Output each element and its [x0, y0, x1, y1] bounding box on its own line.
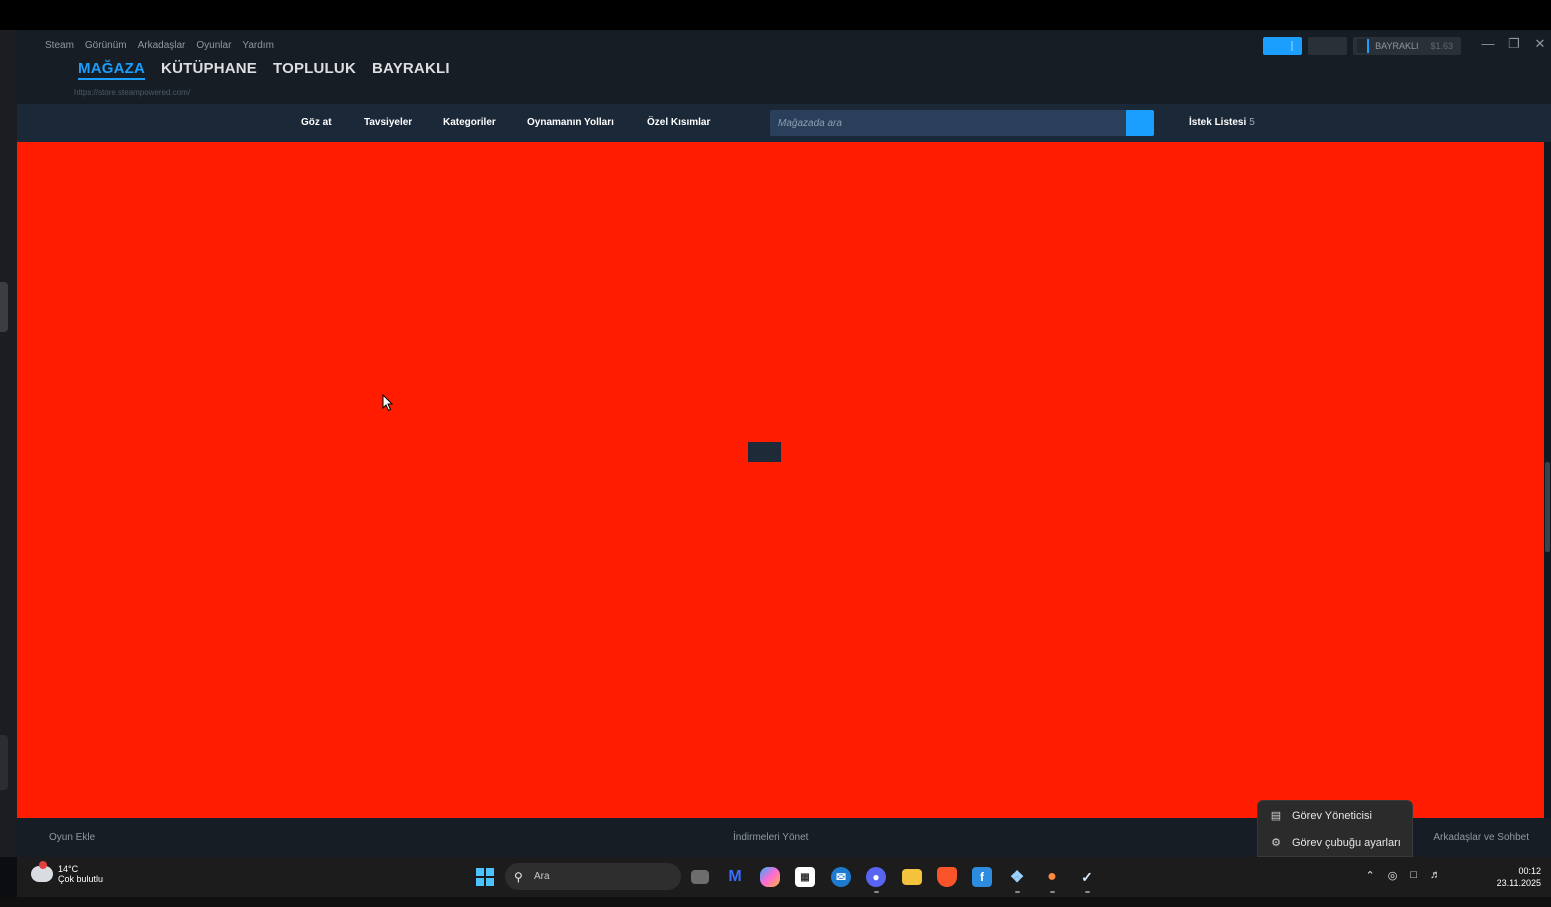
task-manager-icon: ▤ [1270, 810, 1282, 822]
tab-store[interactable]: MAĞAZA [78, 60, 146, 80]
minimize-icon[interactable]: — [1481, 36, 1495, 52]
microphone-icon[interactable]: ◎ [1388, 869, 1398, 882]
close-icon[interactable]: ✕ [1533, 36, 1547, 52]
nav-categories[interactable]: Kategoriler [443, 117, 496, 128]
avatar [1357, 39, 1370, 53]
taskbar-search[interactable]: ⚲ Ara [505, 863, 681, 890]
mail-icon[interactable]: ✉ [831, 867, 851, 887]
brave-icon[interactable] [937, 867, 957, 887]
wishlist-count: 5 [1249, 117, 1255, 128]
wishlist-link[interactable]: İstek Listesi 5 [1189, 117, 1255, 128]
weather-widget[interactable]: 14°C Çok bulutlu [31, 861, 103, 884]
weather-text: 14°C Çok bulutlu [58, 864, 103, 884]
menu-help[interactable]: Yardım [242, 40, 274, 51]
titlebar-right-controls: BAYRAKLI $1.63 [1263, 37, 1461, 55]
menu-steam[interactable]: Steam [45, 40, 74, 51]
tab-library[interactable]: KÜTÜPHANE [161, 60, 257, 80]
windows-logo-icon [486, 878, 494, 886]
task-view-icon[interactable] [691, 870, 709, 884]
nav-special-sections[interactable]: Özel Kısımlar [647, 117, 710, 128]
manage-downloads-button[interactable]: İndirmeleri Yönet [733, 832, 808, 843]
copilot-icon[interactable] [760, 867, 780, 887]
announce-button[interactable] [1263, 37, 1303, 55]
left-background-strip [0, 30, 17, 857]
clock-date: 23.11.2025 [1496, 878, 1541, 888]
cloud-icon [31, 861, 53, 882]
store-search-input[interactable]: Mağazada ara [770, 110, 1154, 136]
scrollbar-thumb[interactable] [1545, 462, 1550, 552]
nav-ways-to-play[interactable]: Oynamanın Yolları [527, 117, 614, 128]
store-nav-bar: Göz at Tavsiyeler Kategoriler Oynamanın … [17, 104, 1551, 142]
search-icon: ⚲ [514, 870, 523, 884]
volume-icon[interactable]: ♬ [1430, 869, 1441, 882]
notifications-button[interactable] [1308, 37, 1348, 55]
context-item-taskbar-settings[interactable]: ⚙ Görev çubuğu ayarları [1258, 830, 1412, 856]
account-menu[interactable]: BAYRAKLI $1.63 [1353, 37, 1461, 55]
app-running-indicator [1015, 891, 1020, 893]
wallet-balance: $1.63 [1430, 41, 1453, 51]
nav-recommendations[interactable]: Tavsiyeler [364, 117, 412, 128]
clock-time: 00:12 [1518, 866, 1541, 876]
add-game-button[interactable]: Oyun Ekle [49, 832, 95, 843]
windows-logo-icon [476, 878, 484, 886]
app-running-indicator [874, 891, 879, 893]
top-black-band [0, 0, 1551, 30]
chevron-up-icon[interactable]: ⌃ [1366, 869, 1375, 882]
account-name: BAYRAKLI [1375, 41, 1419, 51]
menu-friends[interactable]: Arkadaşlar [138, 40, 186, 51]
system-tray: ⌃ ◎ □ ♬ [1366, 869, 1441, 882]
start-button[interactable] [476, 868, 494, 886]
search-button[interactable] [1126, 110, 1154, 136]
steam-main-tabs: MAĞAZA KÜTÜPHANE TOPLULUK BAYRAKLI [78, 60, 450, 80]
weather-temp: 14°C [58, 864, 79, 874]
taskbar-clock[interactable]: 00:12 23.11.2025 [1497, 865, 1541, 889]
friends-chat-button[interactable]: Arkadaşlar ve Sohbet [1433, 832, 1529, 843]
menu-view[interactable]: Görünüm [85, 40, 127, 51]
gear-icon: ⚙ [1271, 837, 1281, 849]
mouse-cursor-icon [382, 394, 394, 412]
settings-app-icon[interactable]: ❖ [1007, 867, 1027, 887]
steam-menu-bar: Steam Görünüm Arkadaşlar Oyunlar Yardım [45, 40, 274, 51]
app-running-indicator [1085, 891, 1090, 893]
microsoft-store-icon[interactable]: ▦ [795, 867, 815, 887]
steam-titlebar: Steam Görünüm Arkadaşlar Oyunlar Yardım … [17, 30, 1551, 104]
menu-games[interactable]: Oyunlar [196, 40, 231, 51]
tab-profile[interactable]: BAYRAKLI [372, 60, 450, 80]
loading-placeholder [748, 442, 781, 462]
context-item-task-manager[interactable]: ▤ Görev Yöneticisi [1258, 803, 1412, 829]
windows-taskbar: 14°C Çok bulutlu ⚲ Ara M ▦ ✉ ● f ❖ ● ✓ ⌃… [17, 857, 1551, 897]
store-url: https://store.steampowered.com/ [74, 88, 191, 97]
restore-icon[interactable]: ❐ [1507, 36, 1521, 52]
weather-desc: Çok bulutlu [58, 874, 104, 884]
tab-community[interactable]: TOPLULUK [273, 60, 356, 80]
microphone-app-icon[interactable]: ● [1042, 867, 1062, 887]
context-item-label: Görev çubuğu ayarları [1292, 837, 1401, 849]
wishlist-label: İstek Listesi [1189, 117, 1247, 128]
context-item-label: Görev Yöneticisi [1292, 810, 1372, 822]
left-edge-handle-lower [0, 735, 8, 790]
steam-icon[interactable]: ✓ [1077, 867, 1097, 887]
app-f-icon[interactable]: f [972, 867, 992, 887]
malwarebytes-icon[interactable]: M [725, 867, 745, 887]
window-controls: — ❐ ✕ [1481, 36, 1547, 52]
windows-logo-icon [486, 868, 494, 876]
windows-logo-icon [476, 868, 484, 876]
discord-icon[interactable]: ● [866, 867, 886, 887]
store-content-area[interactable] [17, 142, 1544, 818]
taskbar-search-placeholder: Ara [534, 871, 550, 882]
desktop: Steam Görünüm Arkadaşlar Oyunlar Yardım … [0, 0, 1551, 907]
nav-browse[interactable]: Göz at [301, 117, 332, 128]
taskbar-context-menu: ▤ Görev Yöneticisi ⚙ Görev çubuğu ayarla… [1257, 800, 1413, 857]
app-running-indicator [1050, 891, 1055, 893]
content-scrollbar[interactable] [1544, 142, 1551, 818]
bottom-black-band [0, 897, 1551, 907]
file-explorer-icon[interactable] [902, 869, 922, 885]
network-icon[interactable]: □ [1410, 869, 1417, 882]
search-placeholder: Mağazada ara [778, 118, 842, 129]
steam-window: Steam Görünüm Arkadaşlar Oyunlar Yardım … [17, 30, 1551, 857]
left-edge-handle [0, 282, 8, 332]
